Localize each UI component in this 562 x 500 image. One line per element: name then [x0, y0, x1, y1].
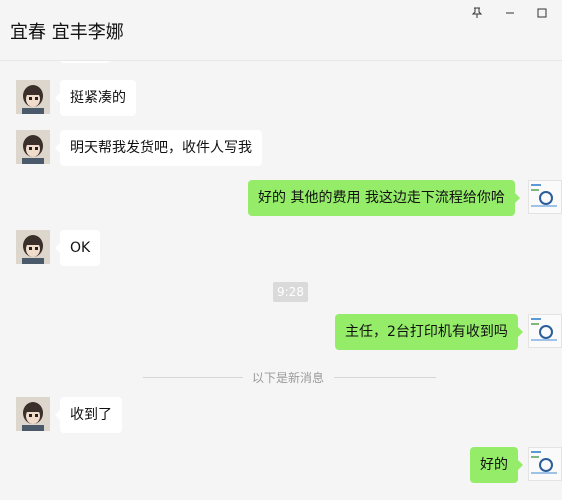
maximize-icon[interactable] [531, 2, 553, 24]
divider-line [334, 377, 436, 378]
my-avatar[interactable] [528, 447, 562, 481]
my-avatar[interactable] [528, 314, 562, 348]
minimize-icon[interactable] [499, 2, 521, 24]
message-bubble-partial [60, 61, 110, 63]
chat-title: 宜春 宜丰李娜 [10, 22, 124, 43]
pin-icon[interactable] [466, 2, 488, 24]
message-bubble[interactable]: 挺紧凑的 [55, 80, 136, 116]
time-separator: 9:28 [273, 282, 308, 302]
message-bubble[interactable]: OK [54, 230, 101, 266]
my-avatar[interactable] [528, 180, 562, 214]
message-bubble[interactable]: 好的 [470, 447, 523, 483]
message-bubble[interactable]: 好的 其他的费用 我这边走下流程给你哈 [248, 180, 520, 216]
message-bubble[interactable]: 收到了 [55, 397, 122, 433]
message-bubble[interactable]: 主任，2台打印机有收到吗 [335, 314, 523, 350]
contact-avatar[interactable] [16, 230, 50, 264]
contact-avatar[interactable] [16, 397, 50, 431]
message-bubble[interactable]: 明天帮我发货吧，收件人写我 [55, 130, 262, 166]
contact-avatar[interactable] [16, 130, 50, 164]
new-messages-divider: 以下是新消息 [252, 371, 325, 385]
divider-line [143, 377, 243, 378]
contact-avatar[interactable] [16, 80, 50, 114]
chat-header: 宜春 宜丰李娜 [0, 0, 562, 61]
message-list[interactable]: 挺紧凑的 明天帮我发货吧，收件人写我 好的 其他的费用 我这边走下流程给你哈 O… [0, 61, 562, 500]
